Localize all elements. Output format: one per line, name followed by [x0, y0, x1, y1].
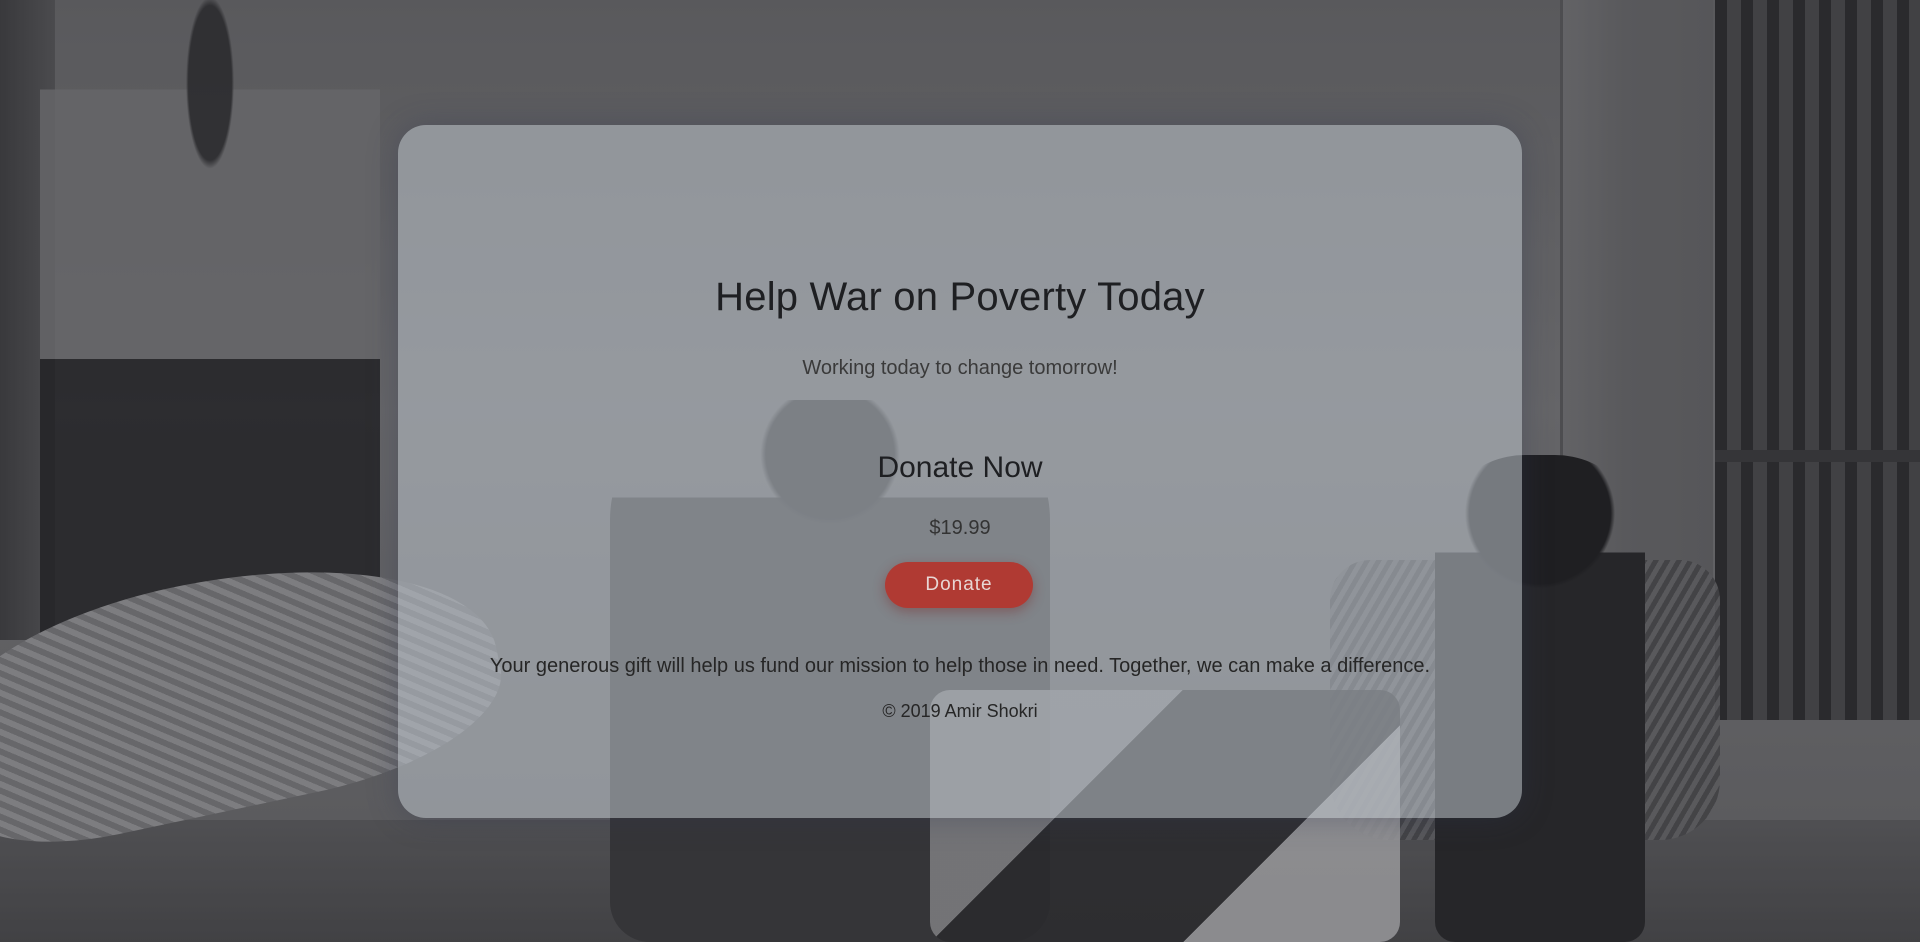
donate-heading: Donate Now	[877, 451, 1043, 484]
copyright-text: © 2019 Amir Shokri	[882, 701, 1038, 721]
mission-statement: Your generous gift will help us fund our…	[489, 655, 1431, 677]
page-subtitle: Working today to change tomorrow!	[802, 357, 1118, 379]
donation-card: Help War on Poverty Today Working today …	[398, 125, 1522, 818]
donation-price: $19.99	[929, 517, 991, 539]
page-title: Help War on Poverty Today	[715, 275, 1205, 319]
donate-button[interactable]: Donate	[885, 562, 1033, 608]
